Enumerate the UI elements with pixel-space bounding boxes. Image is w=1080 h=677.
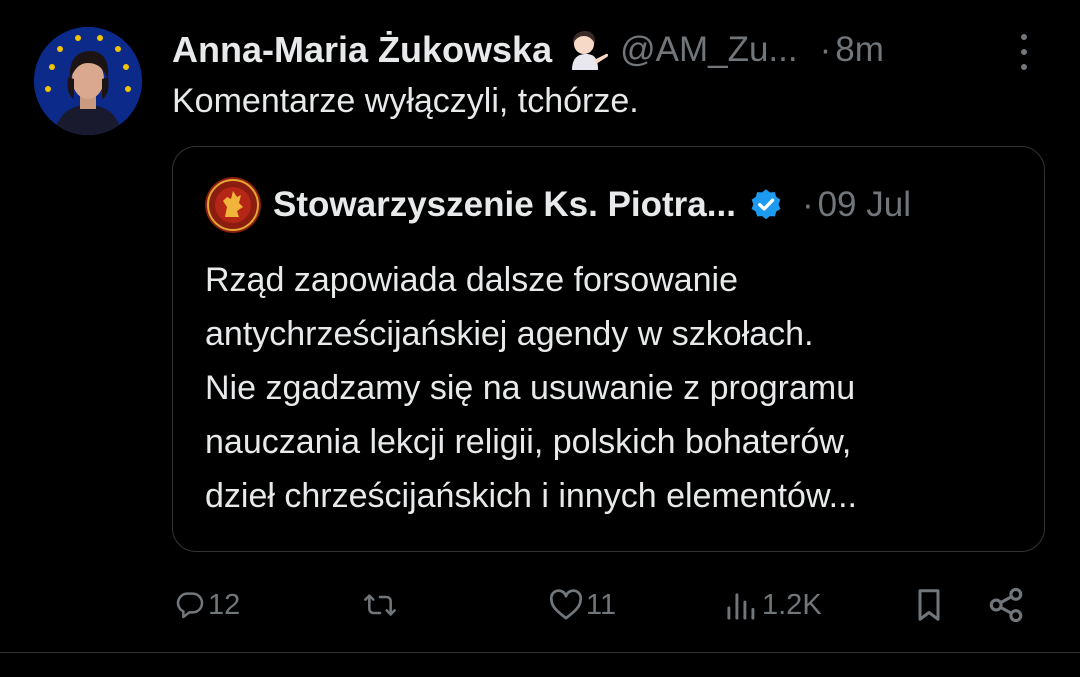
share-button[interactable] xyxy=(986,580,1026,630)
quoted-text-line: dzieł chrześcijańskich i innych elementó… xyxy=(205,477,857,515)
verified-badge-icon xyxy=(748,187,784,223)
like-count: 11 xyxy=(586,588,617,621)
reply-count: 12 xyxy=(208,588,241,621)
quoted-author-name[interactable]: Stowarzyszenie Ks. Piotra... xyxy=(273,185,736,225)
views-button[interactable]: 1.2K xyxy=(724,580,822,630)
quoted-post-text: Rząd zapowiada dalsze forsowanie antychr… xyxy=(205,253,1025,523)
like-button[interactable]: 11 xyxy=(548,580,616,630)
post-divider xyxy=(0,652,1080,653)
repost-icon xyxy=(360,589,400,621)
repost-button[interactable] xyxy=(360,580,402,630)
quoted-time-separator: · xyxy=(801,185,814,224)
quoted-post-time[interactable]: 09 Jul xyxy=(818,185,911,225)
quoted-post[interactable]: Stowarzyszenie Ks. Piotra... · 09 Jul Rz… xyxy=(172,146,1045,552)
action-bar: 12 11 1.2K xyxy=(0,580,1080,630)
quoted-text-line: nauczania lekcji religii, polskich bohat… xyxy=(205,423,852,461)
post-header: Anna-Maria Żukowska @AM_Zu... · 8m xyxy=(172,28,884,72)
quoted-text-line: Nie zgadzamy się na usuwanie z programu xyxy=(205,369,856,407)
share-icon xyxy=(986,587,1026,623)
bookmark-icon xyxy=(912,587,946,623)
quoted-author-avatar[interactable] xyxy=(205,177,261,233)
more-vertical-icon[interactable] xyxy=(1014,34,1034,70)
reply-button[interactable]: 12 xyxy=(174,580,240,630)
post-text: Komentarze wyłączyli, tchórze. xyxy=(172,82,639,120)
person-tipping-hand-emoji xyxy=(564,30,610,70)
views-count: 1.2K xyxy=(762,588,822,621)
quoted-post-header: Stowarzyszenie Ks. Piotra... · 09 Jul xyxy=(205,177,911,233)
author-name[interactable]: Anna-Maria Żukowska xyxy=(172,29,552,71)
bookmark-button[interactable] xyxy=(912,580,946,630)
heart-icon xyxy=(548,589,584,621)
time-separator: · xyxy=(819,30,832,69)
views-chart-icon xyxy=(724,589,760,621)
author-avatar[interactable] xyxy=(34,27,142,135)
quoted-text-line: antychrześcijańskiej agendy w szkołach. xyxy=(205,315,814,353)
post-time[interactable]: 8m xyxy=(835,30,884,70)
quoted-text-line: Rząd zapowiada dalsze forsowanie xyxy=(205,261,738,299)
author-handle[interactable]: @AM_Zu... xyxy=(620,30,798,70)
reply-icon xyxy=(174,589,206,621)
